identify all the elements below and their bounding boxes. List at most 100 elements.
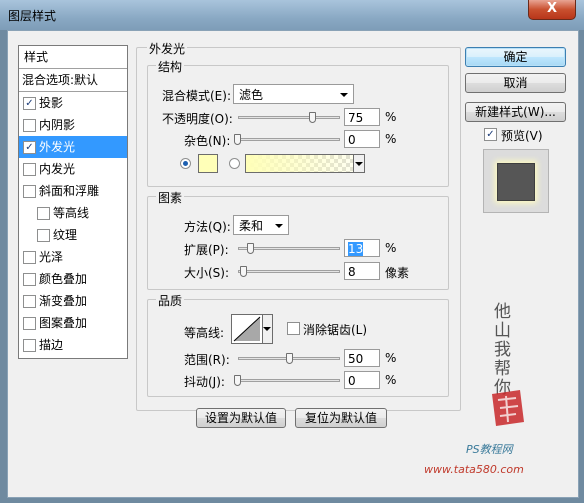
quality-title: 品质: [156, 292, 185, 309]
gradient-radio[interactable]: [229, 158, 240, 169]
jitter-slider-thumb[interactable]: [234, 375, 241, 386]
opacity-label: 不透明度(O):: [162, 112, 233, 126]
style-item-label: 斜面和浮雕: [39, 184, 100, 198]
checkbox-texture[interactable]: [37, 229, 50, 242]
blend-mode-value: 滤色: [239, 88, 264, 102]
size-label: 大小(S):: [184, 266, 230, 280]
opacity-slider[interactable]: [238, 116, 340, 119]
dialog-body: 样式 混合选项:默认 ✓ 投影 内阴影 ✓ 外发光 内发光 斜面和浮雕 等高线: [7, 30, 579, 498]
anti-aliased-label: 消除锯齿(L): [303, 323, 368, 337]
chevron-down-icon: [263, 327, 271, 331]
styles-list: 样式 混合选项:默认 ✓ 投影 内阴影 ✓ 外发光 内发光 斜面和浮雕 等高线: [18, 45, 128, 359]
size-slider-thumb[interactable]: [240, 266, 247, 277]
style-item-inner-shadow[interactable]: 内阴影: [19, 114, 127, 136]
style-preview: [483, 149, 549, 213]
style-item-drop-shadow[interactable]: ✓ 投影: [19, 92, 127, 114]
checkbox-pattern-overlay[interactable]: [23, 317, 36, 330]
jitter-slider[interactable]: [238, 379, 340, 382]
checkbox-inner-glow[interactable]: [23, 163, 36, 176]
percent-sign: %: [385, 241, 397, 255]
style-item-stroke[interactable]: 描边: [19, 334, 127, 356]
percent-sign: %: [385, 132, 397, 146]
preview-checkbox[interactable]: ✓: [484, 128, 497, 141]
reset-default-button[interactable]: 复位为默认值: [295, 408, 387, 428]
style-item-label: 描边: [39, 338, 64, 352]
styles-header-label: 样式: [24, 50, 49, 64]
style-item-label: 颜色叠加: [39, 272, 88, 286]
checkbox-inner-shadow[interactable]: [23, 119, 36, 132]
styles-header[interactable]: 样式: [19, 46, 127, 69]
chevron-down-icon: [275, 224, 283, 228]
gradient-picker[interactable]: [245, 154, 365, 173]
noise-slider-thumb[interactable]: [234, 134, 241, 145]
jitter-label: 抖动(J):: [184, 375, 225, 389]
checkbox-outer-glow[interactable]: ✓: [23, 141, 36, 154]
solid-color-radio[interactable]: [180, 158, 191, 169]
range-slider-thumb[interactable]: [286, 353, 293, 364]
opacity-input[interactable]: 75: [344, 108, 380, 126]
checkbox-satin[interactable]: [23, 251, 36, 264]
blend-mode-label: 混合模式(E):: [162, 89, 231, 103]
signature-text: 他山我帮你: [494, 302, 511, 398]
style-item-label: 纹理: [53, 228, 78, 242]
style-item-gradient-overlay[interactable]: 渐变叠加: [19, 290, 127, 312]
checkbox-gradient-overlay[interactable]: [23, 295, 36, 308]
range-label: 范围(R):: [184, 353, 230, 367]
style-item-label: 内阴影: [39, 118, 76, 132]
ok-button[interactable]: 确定: [465, 47, 566, 67]
title-bar[interactable]: 图层样式 X: [0, 0, 584, 30]
style-item-label: 等高线: [53, 206, 90, 220]
blend-mode-dropdown[interactable]: 滤色: [233, 84, 354, 104]
structure-group: 结构 混合模式(E): 滤色 不透明度(O): 75 % 杂色(N): 0 %: [147, 58, 449, 187]
blend-options-item[interactable]: 混合选项:默认: [19, 69, 127, 92]
style-item-pattern-overlay[interactable]: 图案叠加: [19, 312, 127, 334]
technique-dropdown[interactable]: 柔和: [233, 215, 289, 235]
style-item-outer-glow[interactable]: ✓ 外发光: [19, 136, 127, 158]
style-item-label: 内发光: [39, 162, 76, 176]
close-button[interactable]: X: [528, 0, 576, 20]
cancel-button[interactable]: 取消: [465, 73, 566, 93]
style-item-color-overlay[interactable]: 颜色叠加: [19, 268, 127, 290]
glow-color-swatch[interactable]: [198, 154, 218, 173]
style-item-label: 外发光: [39, 140, 76, 154]
noise-slider[interactable]: [238, 138, 340, 141]
style-item-texture[interactable]: 纹理: [19, 224, 127, 246]
size-input[interactable]: 8: [344, 262, 380, 280]
style-item-satin[interactable]: 光泽: [19, 246, 127, 268]
contour-dropdown-button[interactable]: [262, 314, 273, 344]
noise-input[interactable]: 0: [344, 130, 380, 148]
range-input[interactable]: 50: [344, 349, 380, 367]
spread-slider-thumb[interactable]: [247, 243, 254, 254]
checkbox-bevel-emboss[interactable]: [23, 185, 36, 198]
checkbox-drop-shadow[interactable]: ✓: [23, 97, 36, 110]
preview-square: [497, 163, 535, 201]
chevron-down-icon: [355, 162, 363, 166]
set-default-button[interactable]: 设置为默认值: [196, 408, 286, 428]
checkbox-color-overlay[interactable]: [23, 273, 36, 286]
method-label: 方法(Q):: [184, 220, 231, 234]
style-item-bevel-emboss[interactable]: 斜面和浮雕: [19, 180, 127, 202]
size-slider[interactable]: [238, 270, 340, 273]
percent-sign: %: [385, 373, 397, 387]
style-item-inner-glow[interactable]: 内发光: [19, 158, 127, 180]
blend-options-label: 混合选项:默认: [22, 73, 99, 87]
anti-aliased-checkbox[interactable]: [287, 322, 300, 335]
elements-group: 图素 方法(Q): 柔和 扩展(P): 13 % 大小(S): 8 像素: [147, 189, 449, 290]
gradient-dropdown-button[interactable]: [353, 154, 365, 173]
checkbox-stroke[interactable]: [23, 339, 36, 352]
new-style-button[interactable]: 新建样式(W)...: [465, 102, 566, 122]
noise-label: 杂色(N):: [184, 134, 231, 148]
contour-picker[interactable]: [231, 314, 263, 344]
spread-value-selected: 13: [348, 242, 364, 256]
size-unit: 像素: [385, 266, 410, 280]
stamp-seal: [486, 386, 528, 430]
jitter-input[interactable]: 0: [344, 371, 380, 389]
elements-title: 图素: [156, 189, 185, 206]
spread-input[interactable]: 13: [344, 239, 380, 257]
style-item-contour[interactable]: 等高线: [19, 202, 127, 224]
percent-sign: %: [385, 110, 397, 124]
contour-curve-icon: [233, 316, 261, 342]
checkbox-contour[interactable]: [37, 207, 50, 220]
opacity-slider-thumb[interactable]: [309, 112, 316, 123]
contour-label: 等高线:: [184, 326, 225, 340]
